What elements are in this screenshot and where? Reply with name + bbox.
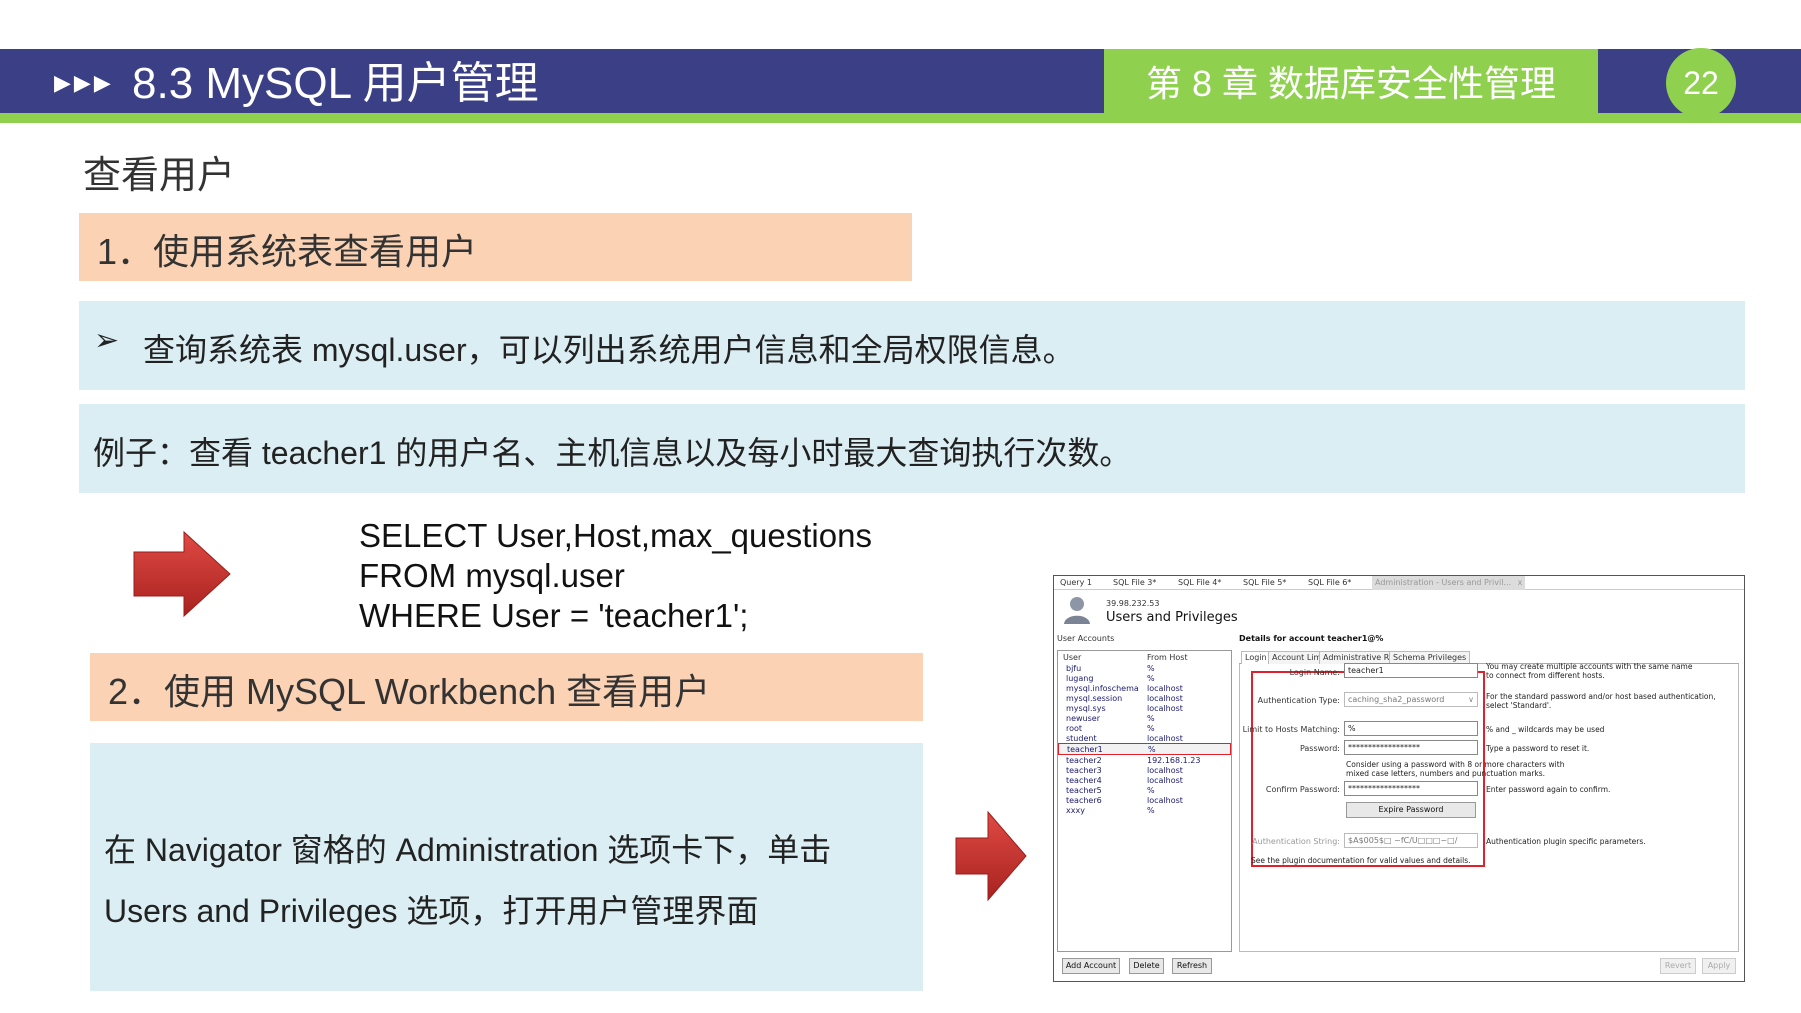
page-number-badge: 22 — [1666, 48, 1736, 118]
auth-string-hint: Authentication plugin specific parameter… — [1486, 837, 1646, 846]
tab-sql-file-5[interactable]: SQL File 5* — [1243, 578, 1286, 587]
auth-string-input[interactable]: $A$005$□ ~fC/U□□□~□/ — [1344, 833, 1478, 848]
chevron-down-icon: ∨ — [1468, 695, 1474, 704]
password-advice-2: mixed case letters, numbers and punctuat… — [1346, 769, 1546, 778]
slide-title: 8.3 MySQL 用户管理 — [132, 59, 539, 108]
refresh-button[interactable]: Refresh — [1172, 958, 1212, 974]
login-name-hint-2: to connect from different hosts. — [1486, 671, 1605, 680]
host-limit-input[interactable]: % — [1344, 721, 1478, 736]
workbench-screenshot: Query 1 SQL File 3* SQL File 4* SQL File… — [1053, 575, 1745, 982]
auth-type-value: caching_sha2_password — [1348, 695, 1445, 704]
tab-administration-users[interactable]: Administration - Users and Privil... x — [1372, 576, 1526, 590]
section2-heading-box: 2．使用 MySQL Workbench 查看用户 — [90, 653, 923, 721]
login-name-label: Login Name: — [1289, 668, 1340, 677]
section2-heading: 2．使用 MySQL Workbench 查看用户 — [108, 671, 711, 712]
tab-sql-file-6[interactable]: SQL File 6* — [1308, 578, 1351, 587]
close-icon[interactable]: x — [1518, 578, 1523, 587]
delete-button[interactable]: Delete — [1129, 958, 1164, 974]
auth-type-select[interactable]: caching_sha2_password ∨ — [1344, 692, 1478, 707]
column-header-from-host[interactable]: From Host — [1147, 653, 1188, 662]
instruction-line-2: Users and Privileges 选项，打开用户管理界面 — [104, 893, 759, 929]
user-row-selected[interactable]: teacher1% — [1058, 743, 1231, 755]
user-avatar-icon — [1064, 597, 1090, 624]
sql-line-select: SELECT User,Host,max_questions — [359, 517, 872, 554]
workbench-instruction-box: 在 Navigator 窗格的 Administration 选项卡下，单击 U… — [90, 743, 923, 991]
login-name-input[interactable]: teacher1 — [1344, 663, 1478, 678]
auth-type-hint-1: For the standard password and/or host ba… — [1486, 692, 1716, 701]
auth-type-hint-2: select 'Standard'. — [1486, 701, 1552, 710]
confirm-password-input[interactable]: ****************** — [1344, 781, 1478, 796]
instruction-line-1: 在 Navigator 窗格的 Administration 选项卡下，单击 — [104, 832, 832, 868]
confirm-password-label: Confirm Password: — [1265, 785, 1340, 794]
example-text: 例子：查看 teacher1 的用户名、主机信息以及每小时最大查询执行次数。 — [93, 435, 1132, 471]
user-name: xxxy — [1066, 806, 1085, 815]
sql-line-where: WHERE User = 'teacher1'; — [359, 597, 749, 634]
user-accounts-list[interactable]: User From Host bjfu% lugang% mysql.infos… — [1057, 650, 1232, 952]
user-row[interactable]: xxxy% — [1058, 805, 1231, 817]
server-ip: 39.98.232.53 — [1106, 599, 1160, 608]
confirm-password-hint: Enter password again to confirm. — [1486, 785, 1611, 794]
tab-sql-file-4[interactable]: SQL File 4* — [1178, 578, 1221, 587]
user-host: % — [1147, 806, 1155, 815]
add-account-button[interactable]: Add Account — [1062, 958, 1120, 974]
host-limit-label: Limit to Hosts Matching: — [1242, 725, 1340, 734]
column-header-user[interactable]: User — [1063, 653, 1081, 662]
auth-string-label: Authentication String: — [1252, 837, 1340, 846]
password-input[interactable]: ****************** — [1344, 740, 1478, 755]
chapter-title: 第 8 章 数据库安全性管理 — [1145, 63, 1557, 104]
password-label: Password: — [1299, 744, 1340, 753]
section1-heading: 1．使用系统表查看用户 — [97, 231, 478, 272]
tab-login[interactable]: Login — [1241, 651, 1271, 664]
section1-heading-box: 1．使用系统表查看用户 — [79, 213, 912, 281]
user-accounts-label: User Accounts — [1057, 634, 1115, 643]
account-details-label: Details for account teacher1@% — [1239, 634, 1384, 643]
editor-tab-bar: Query 1 SQL File 3* SQL File 4* SQL File… — [1054, 576, 1744, 590]
sql-code: SELECT User,Host,max_questions FROM mysq… — [359, 516, 872, 636]
sql-line-from: FROM mysql.user — [359, 557, 625, 594]
tab-administration-label: Administration - Users and Privil... — [1375, 578, 1512, 587]
section-subtitle: 查看用户 — [83, 155, 236, 197]
red-arrow-icon — [133, 530, 231, 618]
red-arrow-icon — [955, 810, 1027, 902]
expire-password-button[interactable]: Expire Password — [1346, 802, 1476, 818]
panel-title: Users and Privileges — [1106, 610, 1238, 625]
tab-query-1[interactable]: Query 1 — [1060, 578, 1092, 587]
users-privileges-header: 39.98.232.53 Users and Privileges — [1054, 590, 1744, 630]
apply-button[interactable]: Apply — [1702, 958, 1736, 974]
bullet-arrow-icon: ➢ — [94, 324, 120, 357]
host-limit-hint: % and _ wildcards may be used — [1486, 725, 1605, 734]
revert-button[interactable]: Revert — [1660, 958, 1696, 974]
password-hint: Type a password to reset it. — [1486, 744, 1590, 753]
query-description-text: 查询系统表 mysql.user，可以列出系统用户信息和全局权限信息。 — [143, 332, 1075, 368]
password-advice-1: Consider using a password with 8 or more… — [1346, 760, 1565, 769]
auth-type-label: Authentication Type: — [1257, 696, 1340, 705]
triple-arrow-icon: ▶▶▶ — [54, 70, 114, 95]
example-box: 例子：查看 teacher1 的用户名、主机信息以及每小时最大查询执行次数。 — [79, 404, 1745, 493]
tab-sql-file-3[interactable]: SQL File 3* — [1113, 578, 1156, 587]
login-name-hint-1: You may create multiple accounts with th… — [1486, 662, 1693, 671]
plugin-doc-note: See the plugin documentation for valid v… — [1251, 856, 1471, 865]
query-description-box: ➢ 查询系统表 mysql.user，可以列出系统用户信息和全局权限信息。 — [79, 301, 1745, 390]
